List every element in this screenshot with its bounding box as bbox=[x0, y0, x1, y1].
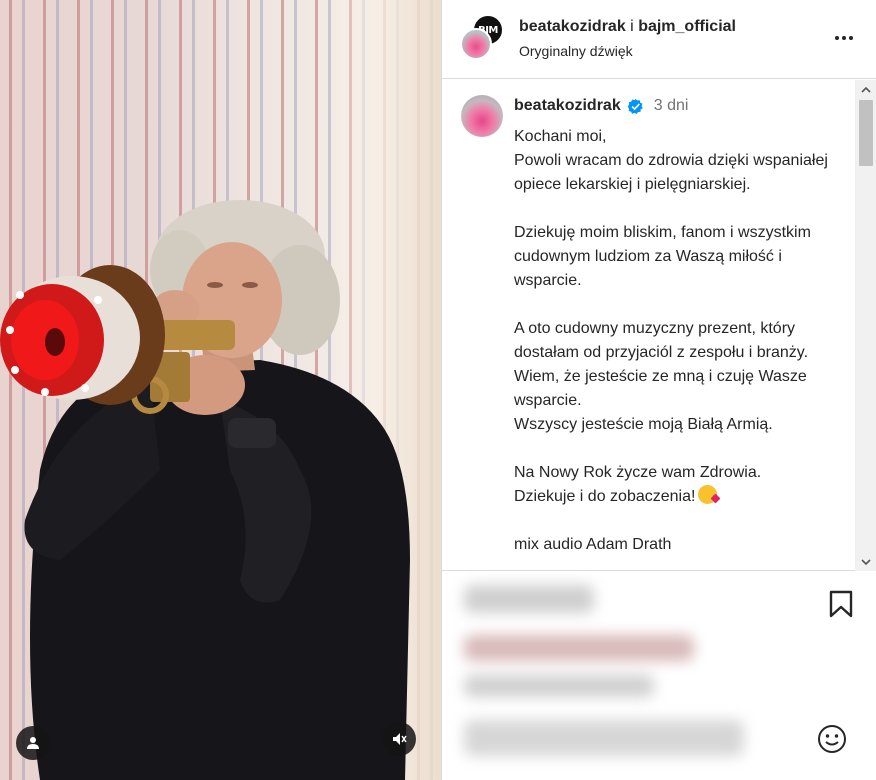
more-options-icon[interactable] bbox=[830, 26, 858, 50]
caption-timestamp[interactable]: 3 dni bbox=[654, 97, 689, 115]
scroll-down-arrow-icon[interactable] bbox=[855, 553, 876, 571]
caption-scrollbar[interactable] bbox=[855, 80, 876, 571]
avatar-primary[interactable] bbox=[460, 28, 492, 60]
caption-paragraph: mix audio Adam Drath bbox=[514, 536, 672, 553]
caption-text: Kochani moi, Powoli wracam do zdrowia dz… bbox=[514, 125, 844, 557]
author-connector: i bbox=[630, 18, 634, 35]
caption-username-link[interactable]: beatakozidrak bbox=[514, 97, 621, 115]
post-sidebar: BJM beatakozidrak i bajm_official Orygin… bbox=[441, 0, 876, 780]
author-primary-link[interactable]: beatakozidrak bbox=[519, 18, 626, 35]
scroll-up-arrow-icon[interactable] bbox=[855, 80, 876, 98]
scrollbar-thumb[interactable] bbox=[859, 100, 873, 166]
kiss-emoji-icon bbox=[698, 485, 718, 504]
post-actions-area bbox=[442, 572, 876, 780]
bookmark-icon[interactable] bbox=[828, 590, 854, 618]
post-video[interactable] bbox=[0, 0, 441, 780]
caption-avatar[interactable] bbox=[461, 95, 503, 137]
caption-paragraph: A oto cudowny muzyczny prezent, który do… bbox=[514, 320, 809, 433]
caption-paragraph: Na Nowy Rok życze wam Zdrowia. Dziekuje … bbox=[514, 464, 762, 505]
collab-avatars[interactable]: BJM bbox=[460, 14, 506, 62]
post-authors: beatakozidrak i bajm_official bbox=[519, 18, 736, 36]
audio-label-link[interactable]: Oryginalny dźwięk bbox=[519, 43, 633, 59]
caption-paragraph: Dziekuję moim bliskim, fanom i wszystkim… bbox=[514, 224, 816, 289]
verified-badge-icon bbox=[627, 98, 643, 114]
emoji-smiley-icon[interactable] bbox=[817, 724, 847, 754]
author-secondary-link[interactable]: bajm_official bbox=[638, 18, 736, 35]
blurred-actions bbox=[454, 580, 754, 765]
caption-paragraph: Kochani moi, Powoli wracam do zdrowia dz… bbox=[514, 128, 828, 193]
caption-section: beatakozidrak 3 dni Kochani moi, Powoli … bbox=[442, 80, 876, 571]
muted-speaker-icon[interactable] bbox=[382, 722, 416, 756]
post-header: BJM beatakozidrak i bajm_official Orygin… bbox=[442, 0, 876, 79]
caption-header: beatakozidrak 3 dni bbox=[514, 97, 688, 115]
trumpet-player-image bbox=[0, 200, 410, 780]
person-tag-icon[interactable] bbox=[16, 726, 50, 760]
